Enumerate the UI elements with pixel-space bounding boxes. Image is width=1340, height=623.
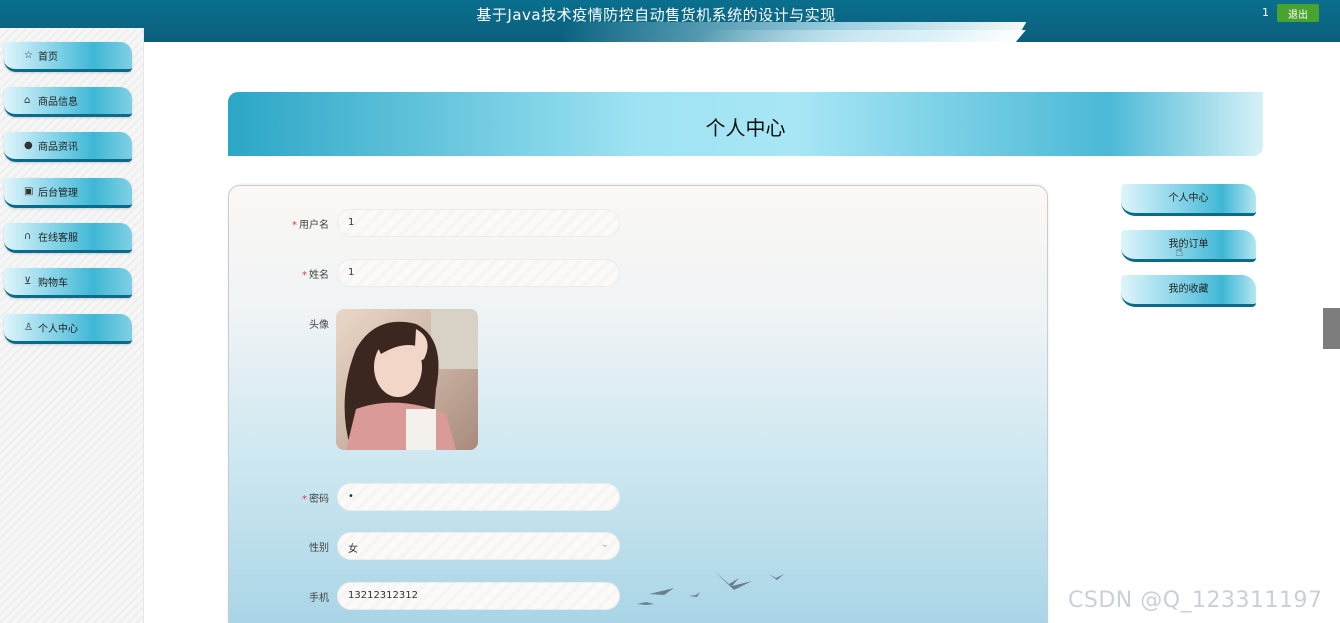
- sidebar-item-products[interactable]: ⌂ 商品信息: [4, 87, 132, 117]
- sidebar-item-support[interactable]: ∩ 在线客服: [4, 223, 132, 253]
- required-marker: *: [292, 220, 297, 231]
- star-icon: ☆: [24, 50, 33, 61]
- logout-button[interactable]: 退出: [1277, 4, 1319, 22]
- info-icon: ●: [24, 140, 33, 151]
- watermark: CSDN @Q_123311197: [1068, 588, 1323, 613]
- briefcase-icon: ▣: [24, 186, 34, 197]
- current-user-name: 1: [1262, 6, 1269, 19]
- chevron-down-icon: ⌄: [600, 539, 609, 550]
- birds-decoration: [637, 571, 784, 605]
- sidebar: ☆ 首页 ⌂ 商品信息 ● 商品资讯 ▣ 后台管理 ∩ 在线客服 ⊻ 购物车 ♙…: [0, 28, 144, 623]
- gender-select[interactable]: 女 ⌄: [337, 532, 620, 560]
- top-header-bar: 基于Java技术疫情防控自动售货机系统的设计与实现 1 退出: [0, 0, 1340, 42]
- sidebar-item-label: 商品信息: [38, 97, 78, 108]
- avatar-image[interactable]: [336, 309, 478, 450]
- page-banner: 个人中心: [228, 92, 1263, 156]
- password-row: * 密码 •: [229, 483, 1047, 511]
- sidebar-item-news[interactable]: ● 商品资讯: [4, 132, 132, 162]
- bag-icon: ⌂: [24, 95, 31, 106]
- sidebar-item-label: 在线客服: [38, 233, 78, 244]
- name-row: * 姓名 1: [229, 259, 1047, 287]
- sidebar-item-label: 个人中心: [38, 324, 78, 335]
- name-label: * 姓名: [302, 270, 329, 281]
- avatar-label: 头像: [309, 320, 329, 331]
- tab-my-favorites[interactable]: 我的收藏: [1121, 275, 1256, 307]
- hand-cursor-icon: ☝: [1175, 244, 1184, 260]
- sidebar-item-label: 后台管理: [38, 188, 78, 199]
- username-input[interactable]: 1: [337, 209, 620, 237]
- page-title: 个人中心: [705, 116, 786, 140]
- tab-profile[interactable]: 个人中心: [1121, 184, 1256, 216]
- required-marker: *: [302, 270, 307, 281]
- sidebar-item-label: 首页: [38, 52, 58, 63]
- gender-label: 性别: [309, 543, 329, 554]
- header-decoration-secondary: [694, 30, 1026, 42]
- username-row: * 用户名 1: [229, 209, 1047, 237]
- profile-form: * 用户名 1 * 姓名 1 头像 * 密码 • 性别 女 ⌄ 手机 13212…: [228, 185, 1048, 623]
- required-marker: *: [302, 494, 307, 505]
- sidebar-item-admin[interactable]: ▣ 后台管理: [4, 178, 132, 208]
- sidebar-item-label: 购物车: [38, 278, 68, 289]
- side-panel-handle[interactable]: [1323, 308, 1340, 349]
- phone-input[interactable]: 13212312312: [337, 582, 620, 610]
- name-input[interactable]: 1: [337, 259, 620, 287]
- app-title: 基于Java技术疫情防控自动售货机系统的设计与实现: [476, 6, 836, 24]
- username-label: * 用户名: [292, 220, 329, 231]
- sidebar-item-label: 商品资讯: [38, 142, 78, 153]
- phone-label: 手机: [309, 593, 329, 604]
- sidebar-item-profile[interactable]: ♙ 个人中心: [4, 314, 132, 344]
- gender-value: 女: [348, 544, 358, 555]
- tab-my-orders[interactable]: 我的订单: [1121, 230, 1256, 262]
- gender-row: 性别 女 ⌄: [229, 532, 1047, 560]
- cart-icon: ⊻: [24, 276, 32, 287]
- sidebar-item-home[interactable]: ☆ 首页: [4, 42, 132, 72]
- user-icon: ♙: [24, 322, 33, 333]
- password-label: * 密码: [302, 494, 329, 505]
- sidebar-item-cart[interactable]: ⊻ 购物车: [4, 268, 132, 298]
- password-input[interactable]: •: [337, 483, 620, 511]
- headset-icon: ∩: [24, 231, 32, 242]
